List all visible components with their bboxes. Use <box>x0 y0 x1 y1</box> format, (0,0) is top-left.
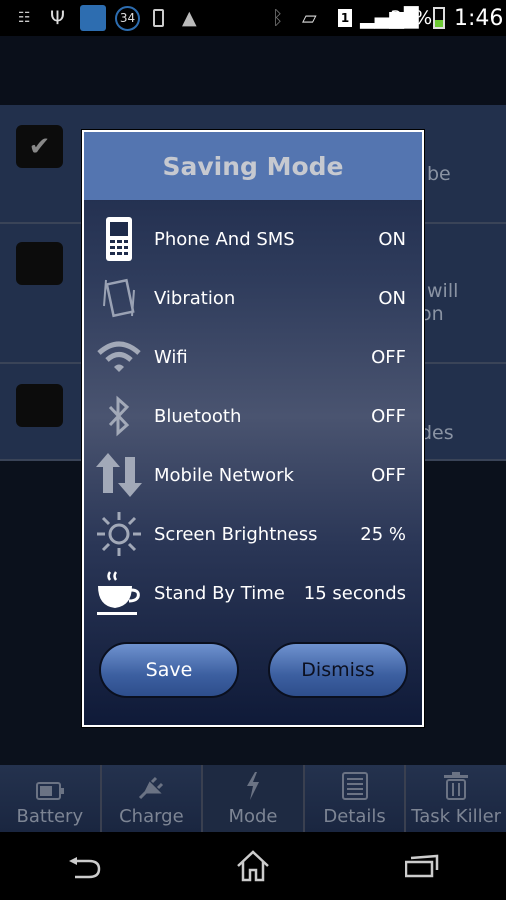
setting-value: ON <box>378 228 406 250</box>
recent-apps-icon[interactable] <box>404 854 439 878</box>
vibration-icon <box>84 276 154 320</box>
dismiss-button[interactable]: Dismiss <box>268 642 408 698</box>
bluetooth-icon <box>84 395 154 437</box>
tab-label: Mode <box>228 806 278 827</box>
setting-row: Wifi OFF <box>84 332 422 382</box>
tab-label: Details <box>323 806 386 827</box>
trash-icon <box>444 772 469 800</box>
checkbox[interactable] <box>16 242 63 285</box>
tab-charge[interactable]: Charge <box>102 765 204 832</box>
description-fragment: will <box>427 280 459 302</box>
setting-label: Screen Brightness <box>154 523 318 545</box>
setting-label: Vibration <box>154 287 236 309</box>
checkbox-checked[interactable]: ✔ <box>16 125 63 168</box>
setting-label: Mobile Network <box>154 464 294 486</box>
bottom-tab-bar: Battery Charge Mode Details Task Killer <box>0 765 506 832</box>
save-button[interactable]: Save <box>99 642 239 698</box>
setting-value: OFF <box>371 405 406 427</box>
tab-label: Task Killer <box>411 806 502 827</box>
battery-charging-icon <box>433 0 445 36</box>
bluetooth-status-icon: ᛒ <box>272 7 284 29</box>
lightning-icon <box>246 772 259 800</box>
device-icon <box>153 0 164 36</box>
setting-value: 15 seconds <box>303 582 406 604</box>
tab-task-killer[interactable]: Task Killer <box>406 765 506 832</box>
back-icon[interactable] <box>67 853 101 879</box>
system-nav-bar <box>0 832 506 900</box>
setting-label: Stand By Time <box>154 582 285 604</box>
tab-label: Battery <box>16 806 84 827</box>
brightness-icon <box>84 511 154 557</box>
setting-label: Bluetooth <box>154 405 242 427</box>
clock: 1:46 <box>454 5 504 31</box>
tab-battery[interactable]: Battery <box>0 765 102 832</box>
vibrate-status-icon: ▱ <box>302 7 317 29</box>
setting-row: Mobile Network OFF <box>84 450 422 500</box>
plug-icon <box>139 776 164 800</box>
battery-icon <box>35 782 64 800</box>
sim-icon: 1 <box>338 0 352 36</box>
android-icon: ▲ <box>182 7 197 29</box>
wifi-icon <box>84 341 154 373</box>
setting-row: Stand By Time 15 seconds <box>84 568 422 618</box>
setting-row: Phone And SMS ON <box>84 214 422 264</box>
setting-row: Screen Brightness 25 % <box>84 509 422 559</box>
status-bar: ☷ Ψ 34 ▲ ᛒ ▱ 1 ▂▄▆█ 34% 1:46 <box>0 0 506 36</box>
cleaner-app-icon <box>80 0 106 36</box>
setting-value: ON <box>378 287 406 309</box>
debug-icon: ☷ <box>18 10 31 26</box>
setting-label: Wifi <box>154 346 188 368</box>
document-icon <box>341 772 368 800</box>
notification-count: 34 <box>115 5 140 31</box>
setting-row: Vibration ON <box>84 273 422 323</box>
description-fragment: des <box>420 422 454 444</box>
mobile-network-icon <box>84 453 154 497</box>
app-header <box>0 36 506 105</box>
battery-percent: 34% <box>390 7 433 29</box>
home-icon[interactable] <box>236 850 270 882</box>
tab-mode[interactable]: Mode <box>203 765 305 832</box>
phone-icon <box>84 216 154 262</box>
coffee-cup-icon <box>84 570 154 616</box>
setting-row: Bluetooth OFF <box>84 391 422 441</box>
saving-mode-dialog: Saving Mode Phone And SMS ON Vibration O… <box>81 129 425 728</box>
setting-label: Phone And SMS <box>154 228 295 250</box>
checkbox[interactable] <box>16 384 63 427</box>
setting-value: OFF <box>371 464 406 486</box>
usb-icon: Ψ <box>50 7 65 29</box>
tab-details[interactable]: Details <box>305 765 407 832</box>
notification-count-icon: 34 <box>115 0 140 36</box>
tab-label: Charge <box>119 806 184 827</box>
dialog-title: Saving Mode <box>84 132 422 201</box>
setting-value: 25 % <box>360 523 406 545</box>
description-fragment: be <box>427 163 451 185</box>
setting-value: OFF <box>371 346 406 368</box>
